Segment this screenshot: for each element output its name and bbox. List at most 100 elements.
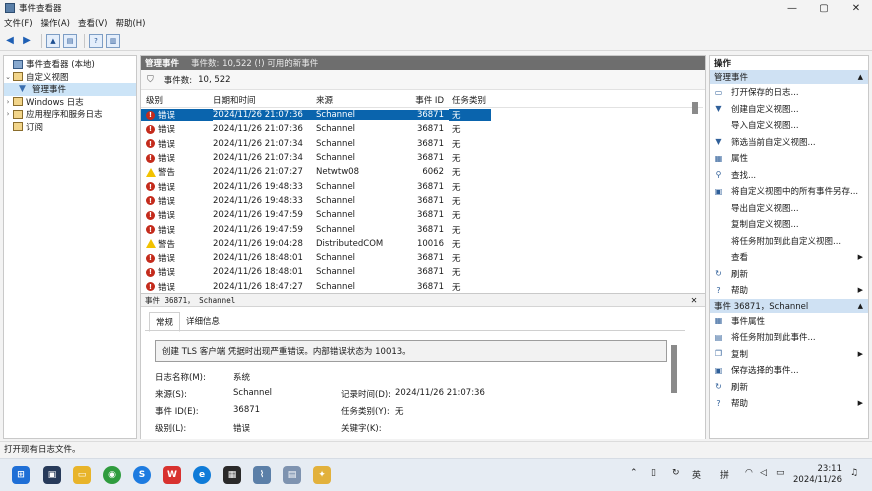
table-row[interactable]: ! 错误 2024/11/26 19:47:59 Schannel 36871 无: [141, 208, 703, 222]
ime-mode[interactable]: 拼: [720, 468, 729, 481]
action-item[interactable]: ▣ 将自定义视图中的所有事件另存...: [710, 183, 868, 200]
cell-date: 2024/11/26 18:48:01: [213, 267, 303, 278]
action-item[interactable]: ? 帮助 ▶: [710, 395, 868, 412]
cell-date: 2024/11/26 18:47:27: [213, 281, 303, 291]
menu-file[interactable]: 文件(F): [4, 17, 33, 29]
action-item[interactable]: ? 帮助 ▶: [710, 282, 868, 299]
scrollbar-thumb[interactable]: [692, 102, 698, 114]
help-icon[interactable]: ?: [89, 33, 103, 48]
notification-bell-icon[interactable]: ♫: [850, 468, 858, 478]
col-event-id[interactable]: 事件 ID: [406, 94, 449, 106]
chevron-up-icon[interactable]: ⌃: [630, 468, 638, 478]
show-action-pane-icon[interactable]: ▥: [106, 33, 120, 48]
table-row[interactable]: ! 错误 2024/11/26 18:48:01 Schannel 36871 无: [141, 265, 703, 279]
table-row[interactable]: ! 错误 2024/11/26 19:47:59 Schannel 36871 无: [141, 222, 703, 236]
actions-section-event[interactable]: 事件 36871，Schannel ▲: [710, 298, 868, 313]
wps-icon[interactable]: W: [163, 466, 181, 484]
table-row[interactable]: 警告 2024/11/26 19:04:28 DistributedCOM 10016…: [141, 237, 703, 251]
file-explorer-icon[interactable]: ▭: [73, 466, 91, 484]
browser-icon[interactable]: S: [133, 466, 151, 484]
maximize-button[interactable]: ▢: [808, 0, 840, 16]
action-item[interactable]: ↻ 刷新: [710, 266, 868, 283]
clipboard-icon[interactable]: ▯: [651, 468, 656, 478]
table-row[interactable]: ! 错误 2024/11/26 18:47:27 Schannel 36871 无: [141, 280, 703, 291]
tab-general[interactable]: 常规: [149, 312, 181, 332]
detail-title: 事件 36871， Schannel: [145, 295, 236, 305]
cell-event-id: 36871: [416, 181, 444, 192]
action-item[interactable]: ↻ 刷新: [710, 379, 868, 396]
chevron-right-icon[interactable]: ›: [4, 110, 12, 118]
show-hide-tree-icon[interactable]: ▤: [63, 33, 77, 48]
tree-item-root[interactable]: 事件查看器 (本地): [4, 58, 136, 71]
clock[interactable]: 23:11 2024/11/26: [793, 464, 842, 486]
battery-icon[interactable]: ▭: [776, 468, 785, 478]
performance-monitor-icon[interactable]: ⌇: [253, 466, 271, 484]
actions-section-admin-events[interactable]: 管理事件 ▲: [710, 70, 868, 84]
collapse-up-icon[interactable]: ▲: [858, 302, 863, 310]
terminal-icon[interactable]: ▦: [223, 466, 241, 484]
action-item[interactable]: ▤ 将任务附加到此事件...: [710, 329, 868, 346]
action-item[interactable]: 导入自定义视图...: [710, 117, 868, 134]
table-row[interactable]: 警告 2024/11/26 21:07:27 Netwtw08 6062 无: [141, 165, 703, 179]
minimize-button[interactable]: —: [776, 0, 808, 16]
table-row[interactable]: ! 错误 2024/11/26 19:48:33 Schannel 36871 无: [141, 179, 703, 193]
action-item[interactable]: ▦ 属性: [710, 150, 868, 167]
menu-help[interactable]: 帮助(H): [115, 17, 145, 29]
chrome-icon[interactable]: ◉: [103, 466, 121, 484]
panel-title: 管理事件: [145, 59, 180, 69]
back-arrow-icon[interactable]: ◀: [3, 34, 17, 48]
table-row[interactable]: ! 错误 2024/11/26 18:48:01 Schannel 36871 无: [141, 251, 703, 265]
event-count: 10, 522: [198, 74, 231, 85]
menu-view[interactable]: 查看(V): [78, 17, 107, 29]
forward-arrow-icon[interactable]: ▶: [20, 34, 34, 48]
collapse-up-icon[interactable]: ▲: [858, 73, 863, 81]
app-icon[interactable]: ✦: [313, 466, 331, 484]
close-button[interactable]: ✕: [840, 0, 872, 16]
col-task[interactable]: 任务类别: [449, 94, 491, 106]
ime-language[interactable]: 英: [692, 468, 701, 481]
action-item[interactable]: ❐ 复制 ▶: [710, 346, 868, 363]
action-item[interactable]: ▭ 打开保存的日志...: [710, 84, 868, 101]
col-source[interactable]: 来源: [316, 94, 406, 106]
action-item[interactable]: ⚲ 查找...: [710, 167, 868, 184]
action-item[interactable]: 复制自定义视图...: [710, 216, 868, 233]
table-row[interactable]: ! 错误 2024/11/26 21:07:34 Schannel 36871 无: [141, 151, 703, 165]
start-icon[interactable]: ⊞: [12, 466, 30, 484]
action-item[interactable]: 查看 ▶: [710, 249, 868, 266]
table-row[interactable]: ! 错误 2024/11/26 21:07:36 Schannel 36871 无: [141, 122, 703, 136]
edge-icon[interactable]: e: [193, 466, 211, 484]
chevron-right-icon[interactable]: ›: [4, 98, 12, 106]
col-level[interactable]: 级别: [141, 94, 213, 106]
table-row[interactable]: ! 错误 2024/11/26 21:07:36 Schannel 36871 无: [141, 108, 703, 122]
action-item[interactable]: ▦ 事件属性: [710, 313, 868, 330]
close-icon[interactable]: ✕: [691, 295, 697, 306]
tree-item-app-logs[interactable]: › 应用程序和服务日志: [4, 108, 136, 121]
tab-details[interactable]: 详细信息: [180, 312, 226, 332]
cell-event-id: 10016: [416, 238, 444, 249]
table-row[interactable]: ! 错误 2024/11/26 21:07:34 Schannel 36871 无: [141, 137, 703, 151]
event-viewer-taskbar-icon[interactable]: ▤: [283, 466, 301, 484]
status-bar: 打开现有日志文件。: [0, 441, 872, 456]
menu-action[interactable]: 操作(A): [41, 17, 70, 29]
tree-item-custom-views[interactable]: ⌄ 自定义视图: [4, 71, 136, 84]
filter-icon[interactable]: ⛉: [147, 75, 154, 85]
action-item[interactable]: ▼ 创建自定义视图...: [710, 101, 868, 118]
wifi-icon[interactable]: ◠: [745, 468, 753, 478]
tree-item-windows-logs[interactable]: › Windows 日志: [4, 96, 136, 109]
detail-scrollbar[interactable]: [671, 345, 677, 393]
cell-task: 无: [452, 125, 461, 136]
action-item[interactable]: ▣ 保存选择的事件...: [710, 362, 868, 379]
sync-icon[interactable]: ↻: [672, 468, 680, 478]
tree-item-subscriptions[interactable]: 订阅: [4, 121, 136, 134]
chevron-down-icon[interactable]: ⌄: [4, 73, 12, 81]
col-date[interactable]: 日期和时间: [213, 94, 316, 106]
action-item[interactable]: 导出自定义视图...: [710, 200, 868, 217]
action-item[interactable]: ▼ 筛选当前自定义视图...: [710, 134, 868, 151]
store-icon[interactable]: ▣: [43, 466, 61, 484]
table-row[interactable]: ! 错误 2024/11/26 19:48:33 Schannel 36871 无: [141, 194, 703, 208]
volume-icon[interactable]: ◁: [760, 468, 767, 478]
up-folder-icon[interactable]: ▲: [46, 33, 60, 48]
action-item[interactable]: 将任务附加到此自定义视图...: [710, 233, 868, 250]
tree-item-admin-events[interactable]: ▼ 管理事件: [4, 83, 136, 96]
event-grid-scrollbar[interactable]: [691, 94, 699, 290]
